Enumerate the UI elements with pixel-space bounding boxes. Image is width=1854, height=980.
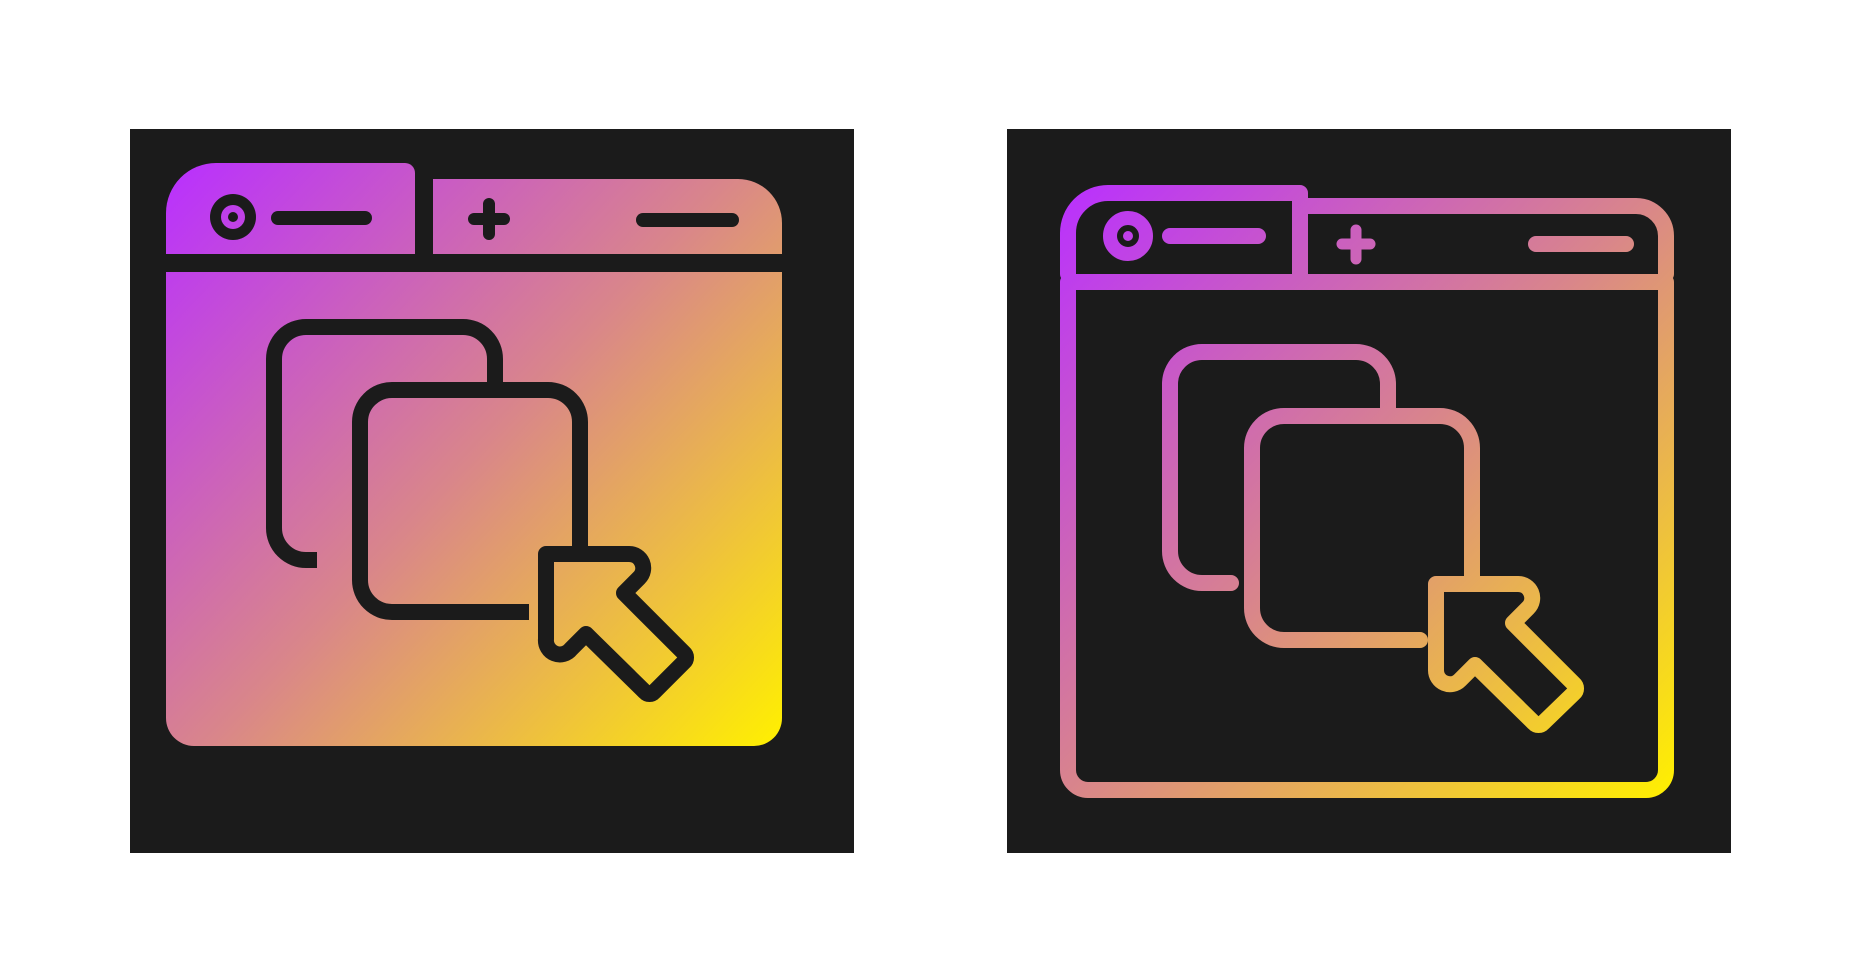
browser-duplicate-window-glyph-icon (166, 163, 782, 746)
outline-new-tab-plus-icon (1336, 224, 1376, 265)
glyph-icon-tile (130, 129, 854, 853)
left-tab-shape (166, 163, 415, 254)
icon-sheet (0, 0, 1854, 980)
outline-cursor-arrow-icon (1428, 576, 1584, 733)
outline-back-window-icon (1162, 344, 1396, 591)
browser-duplicate-window-outline-icon (1060, 185, 1674, 798)
outline-icon-tile (1007, 129, 1731, 853)
window-body (166, 272, 782, 746)
